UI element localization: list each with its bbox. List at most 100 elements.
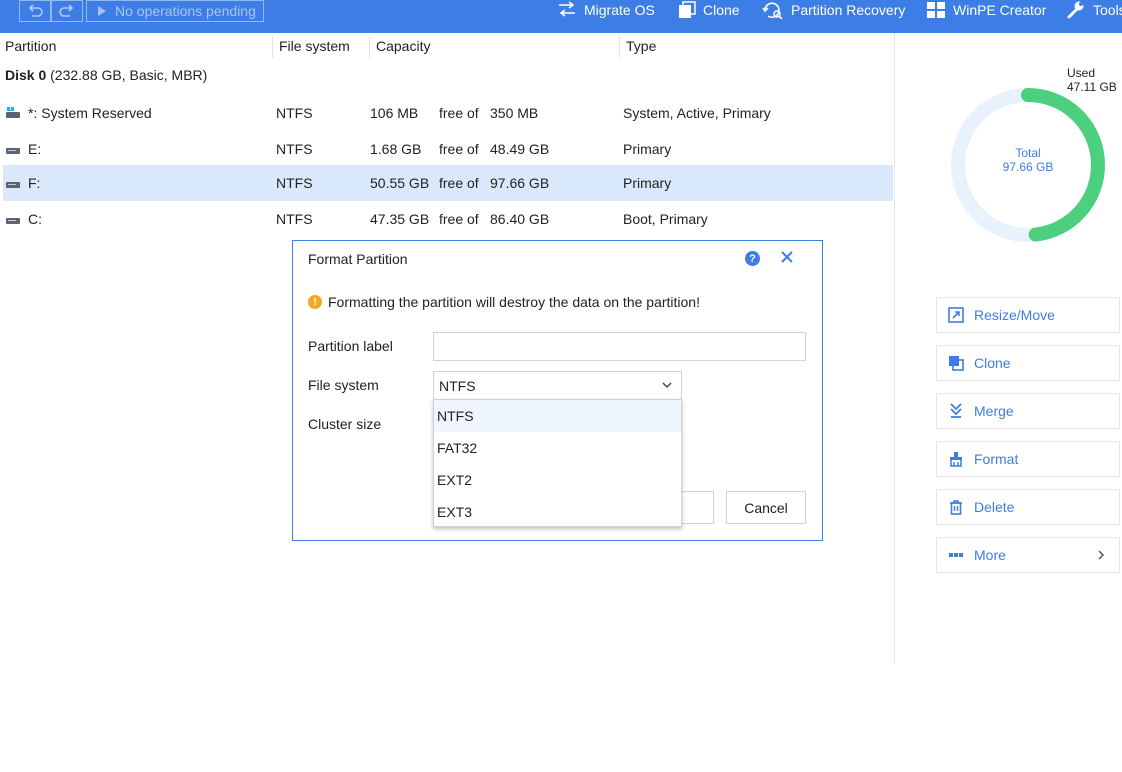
toolbar: No operations pending Migrate OS Clone P… xyxy=(0,0,1122,33)
column-divider[interactable] xyxy=(369,36,370,58)
tools-button[interactable]: Tools xyxy=(1066,0,1122,20)
help-icon[interactable]: ? xyxy=(745,251,760,266)
trash-icon xyxy=(950,500,962,515)
pending-label: No operations pending xyxy=(115,3,256,19)
file-system-option[interactable]: EXT3 xyxy=(434,496,681,528)
partition-type: System, Active, Primary xyxy=(623,105,771,121)
column-divider[interactable] xyxy=(619,36,620,58)
more-icon xyxy=(949,553,963,557)
resize-move-button[interactable]: Resize/Move xyxy=(936,297,1120,333)
format-button[interactable]: Format xyxy=(936,441,1120,477)
chevron-down-icon xyxy=(662,382,672,389)
redo-icon xyxy=(59,4,74,17)
clone-label: Clone xyxy=(974,355,1011,371)
partition-type: Primary xyxy=(623,141,672,157)
clone-icon xyxy=(679,1,696,18)
file-system-dropdown: NTFS FAT32 EXT2 EXT3 xyxy=(433,399,682,527)
table-row[interactable]: C: NTFS 47.35 GB free of 86.40 GB Boot, … xyxy=(3,201,893,237)
partition-file-system: NTFS xyxy=(276,175,313,191)
table-row[interactable]: *: System Reserved NTFS 106 MB free of 3… xyxy=(3,95,893,131)
dialog-title: Format Partition xyxy=(308,251,408,267)
partition-type: Primary xyxy=(623,175,672,191)
partition-free-of: free of xyxy=(439,211,479,227)
disk-info: (232.88 GB, Basic, MBR) xyxy=(50,67,208,83)
migrate-os-label: Migrate OS xyxy=(584,2,655,18)
partition-total: 350 MB xyxy=(490,105,539,121)
merge-icon xyxy=(950,403,962,418)
redo-button[interactable] xyxy=(51,0,83,22)
partition-file-system: NTFS xyxy=(276,141,313,157)
total-legend: Total 97.66 GB xyxy=(990,146,1066,174)
ok-button[interactable] xyxy=(678,491,714,524)
clone-toolbar-label: Clone xyxy=(703,2,740,18)
drive-icon xyxy=(6,218,20,224)
resize-icon xyxy=(948,307,964,323)
partition-free: 1.68 GB xyxy=(370,141,422,157)
table-row[interactable]: E: NTFS 1.68 GB free of 48.49 GB Primary xyxy=(3,131,893,167)
column-header-file-system[interactable]: File system xyxy=(279,38,350,54)
delete-label: Delete xyxy=(974,499,1015,515)
file-system-option[interactable]: NTFS xyxy=(434,400,681,432)
partition-name: *: System Reserved xyxy=(28,105,152,121)
undo-icon xyxy=(28,4,43,17)
total-label: Total xyxy=(1015,146,1041,160)
file-system-value: NTFS xyxy=(439,378,476,394)
disk-header[interactable]: Disk 0 (232.88 GB, Basic, MBR) xyxy=(5,67,207,83)
partition-file-system: NTFS xyxy=(276,105,313,121)
pending-operations-button[interactable]: No operations pending xyxy=(86,0,264,22)
migrate-os-icon xyxy=(559,1,575,17)
partition-free: 106 MB xyxy=(370,105,419,121)
partition-recovery-button[interactable]: Partition Recovery xyxy=(762,0,905,20)
clone-toolbar-button[interactable]: Clone xyxy=(678,0,740,20)
used-label: Used xyxy=(1067,66,1096,80)
file-system-option[interactable]: FAT32 xyxy=(434,432,681,464)
partition-label-input[interactable] xyxy=(433,332,806,361)
column-header-capacity[interactable]: Capacity xyxy=(376,38,430,54)
partition-free: 50.55 GB xyxy=(370,175,430,191)
format-icon xyxy=(950,452,962,467)
partition-free-of: free of xyxy=(439,141,479,157)
winpe-creator-label: WinPE Creator xyxy=(953,2,1047,18)
column-divider[interactable] xyxy=(272,36,273,58)
partition-file-system: NTFS xyxy=(276,211,313,227)
partition-total: 48.49 GB xyxy=(490,141,550,157)
drive-icon xyxy=(6,182,20,188)
format-label: Format xyxy=(974,451,1019,467)
play-icon xyxy=(98,6,106,16)
partition-name: E: xyxy=(28,141,42,157)
merge-button[interactable]: Merge xyxy=(936,393,1120,429)
partition-recovery-icon xyxy=(762,2,783,20)
undo-button[interactable] xyxy=(19,0,51,22)
drive-icon xyxy=(6,148,20,154)
partition-name: F: xyxy=(28,175,41,191)
warning-message: ! Formatting the partition will destroy … xyxy=(308,294,700,310)
column-header-type[interactable]: Type xyxy=(626,38,656,54)
winpe-creator-button[interactable]: WinPE Creator xyxy=(926,0,1046,20)
partition-total: 97.66 GB xyxy=(490,175,550,191)
warning-icon: ! xyxy=(308,295,322,309)
delete-button[interactable]: Delete xyxy=(936,489,1120,525)
disk-name: Disk 0 xyxy=(5,67,47,83)
partition-total: 86.40 GB xyxy=(490,211,550,227)
migrate-os-button[interactable]: Migrate OS xyxy=(557,0,655,20)
table-row-selected[interactable]: F: NTFS 50.55 GB free of 97.66 GB Primar… xyxy=(3,165,893,201)
partition-name: C: xyxy=(28,211,42,227)
partition-label-label: Partition label xyxy=(308,338,393,354)
partition-type: Boot, Primary xyxy=(623,211,708,227)
tools-label: Tools xyxy=(1093,2,1122,18)
chevron-right-icon xyxy=(1098,550,1105,560)
windows-icon xyxy=(927,2,945,18)
close-icon[interactable] xyxy=(780,250,794,264)
file-system-label: File system xyxy=(308,377,379,393)
system-drive-icon xyxy=(6,107,20,118)
more-button[interactable]: More xyxy=(936,537,1120,573)
cluster-size-label: Cluster size xyxy=(308,416,382,432)
column-header-partition[interactable]: Partition xyxy=(5,38,56,54)
file-system-select[interactable]: NTFS xyxy=(433,371,682,400)
partition-free: 47.35 GB xyxy=(370,211,430,227)
panel-divider xyxy=(894,33,895,663)
cancel-button[interactable]: Cancel xyxy=(726,491,806,524)
clone-button[interactable]: Clone xyxy=(936,345,1120,381)
partition-free-of: free of xyxy=(439,175,479,191)
file-system-option[interactable]: EXT2 xyxy=(434,464,681,496)
